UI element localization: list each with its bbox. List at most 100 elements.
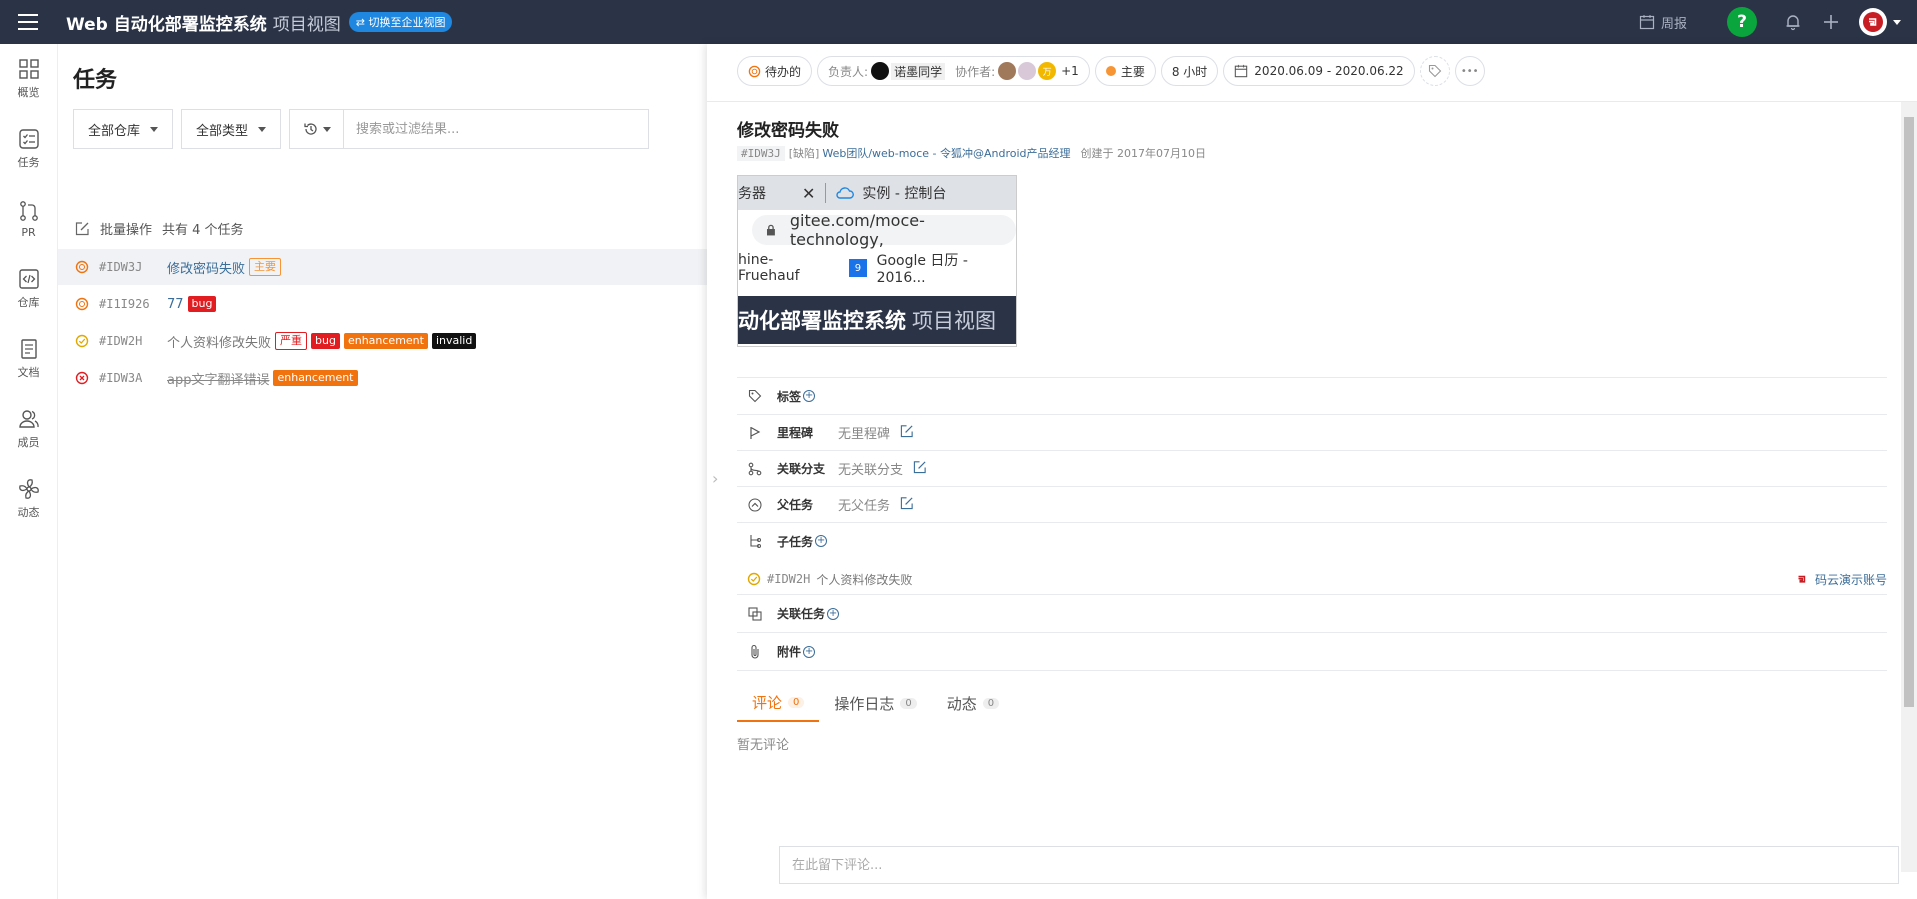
status-selector[interactable]: 待办的 xyxy=(737,56,813,86)
detail-scrollbar[interactable] xyxy=(1901,102,1917,872)
task-title[interactable]: 个人资料修改失败 xyxy=(167,332,271,351)
search-input[interactable] xyxy=(344,110,649,148)
date-range-selector[interactable]: 2020.06.09 - 2020.06.22 xyxy=(1223,56,1415,86)
scrollbar-thumb[interactable] xyxy=(1904,117,1914,707)
screenshot-banner: 动化部署监控系统 项目视图 xyxy=(738,296,1016,344)
field-label: 里程碑 xyxy=(777,426,814,440)
tab-activity[interactable]: 动态 0 xyxy=(932,684,1014,722)
tab-label: 动态 xyxy=(946,694,977,713)
subtask-assignee[interactable]: 码云演示账号 xyxy=(1795,571,1887,588)
duration-selector[interactable]: 8 小时 xyxy=(1160,56,1219,86)
task-title[interactable]: 修改密码失败 xyxy=(167,258,245,277)
notification-bell-icon[interactable] xyxy=(1783,12,1803,32)
priority-selector[interactable]: 主要 xyxy=(1094,56,1156,86)
nav-overview[interactable]: 概览 xyxy=(0,44,57,114)
comment-input[interactable] xyxy=(779,846,1899,884)
repo-link[interactable]: Web团队/web-moce - 令狐冲@Android产品经理 xyxy=(822,145,1070,161)
search-box xyxy=(289,109,650,149)
task-meta-bar: 待办的 负责人: 诺墨同学 协作者: 万 +1 主要 8 小时 2020.06.… xyxy=(737,56,1490,86)
task-tag: bug xyxy=(311,333,340,349)
attachment-field: 附件 + xyxy=(737,633,1887,671)
nav-repo[interactable]: 仓库 xyxy=(0,254,57,324)
task-tag: 严重 xyxy=(275,332,308,350)
task-row[interactable]: #IDW3J 修改密码失败 主要 xyxy=(58,249,708,285)
tag-button[interactable] xyxy=(1419,56,1450,86)
nav-tasks[interactable]: 任务 xyxy=(0,114,57,184)
top-bar: Web 自动化部署监控系统 项目视图 ⇄ 切换至企业视图 周报 ? xyxy=(0,0,1917,44)
nav-label: 概览 xyxy=(17,86,40,99)
task-tag: invalid xyxy=(431,333,477,349)
done-status-icon xyxy=(75,334,89,348)
user-avatar[interactable] xyxy=(1859,8,1887,36)
task-title[interactable]: app文字翻译错误 xyxy=(167,369,269,388)
edit-parent-task-icon[interactable] xyxy=(900,496,914,514)
task-title[interactable]: 77 xyxy=(167,297,184,312)
user-menu-caret-icon[interactable] xyxy=(1893,19,1901,25)
weekly-report-link[interactable]: 周报 xyxy=(1639,13,1687,32)
task-row[interactable]: #IDW2H 个人资料修改失败 严重 bug enhancement inval… xyxy=(58,323,708,359)
screenshot-tabbar: 务器 ✕ 实例 - 控制台 xyxy=(738,176,1016,210)
collaborator-more: +1 xyxy=(1061,64,1079,78)
add-plus-icon[interactable] xyxy=(1821,12,1841,32)
nav-members[interactable]: 成员 xyxy=(0,394,57,464)
subtask-title[interactable]: 个人资料修改失败 xyxy=(816,571,912,588)
type-filter-dropdown[interactable]: 全部类型 xyxy=(181,109,282,149)
edit-icon xyxy=(75,222,89,236)
tab-count: 0 xyxy=(900,697,917,709)
assignee-avatar xyxy=(871,62,890,80)
task-tag: bug xyxy=(187,296,217,312)
todo-status-icon xyxy=(75,260,89,274)
side-navigation: 概览 任务 PR 仓库 文档 成员 动态 xyxy=(0,44,58,899)
add-tag-icon[interactable]: + xyxy=(803,390,816,402)
no-comment-text: 暂无评论 xyxy=(737,738,790,753)
hamburger-menu-icon[interactable] xyxy=(0,0,56,44)
tab-operation-log[interactable]: 操作日志 0 xyxy=(819,684,931,722)
app-title[interactable]: Web 自动化部署监控系统 xyxy=(66,10,267,35)
task-list-panel: 任务 全部仓库 全部类型 批量操作 共有 4 个任务 #IDW3J 修改密码失败… xyxy=(58,44,708,899)
branch-icon xyxy=(745,462,765,476)
collaborator-avatar: 万 xyxy=(1038,62,1057,80)
google-calendar-icon: 9 xyxy=(849,259,867,277)
batch-operation-button[interactable]: 批量操作 xyxy=(100,219,152,238)
edit-milestone-icon[interactable] xyxy=(900,424,914,442)
tab-comments[interactable]: 评论 0 xyxy=(737,684,820,722)
subtask-item[interactable]: #IDW2H 个人资料修改失败 码云演示账号 xyxy=(737,564,1887,594)
task-row[interactable]: #IDW3A app文字翻译错误 enhancement xyxy=(58,360,708,396)
screenshot-banner-sub: 项目视图 xyxy=(912,309,996,333)
task-row[interactable]: #I1I926 77 bug xyxy=(58,286,708,322)
edit-branch-icon[interactable] xyxy=(913,460,927,478)
tag-icon xyxy=(745,389,765,403)
task-ident: #I1I926 xyxy=(99,297,150,311)
attached-screenshot[interactable]: 务器 ✕ 实例 - 控制台 gitee.com/moce-technology,… xyxy=(737,175,1017,347)
cloud-icon xyxy=(836,187,855,199)
add-attachment-icon[interactable]: + xyxy=(803,645,816,658)
chevron-down-icon xyxy=(322,126,331,132)
add-subtask-icon[interactable]: + xyxy=(815,535,828,547)
more-options-button[interactable]: ••• xyxy=(1454,56,1485,86)
screenshot-tab: 实例 - 控制台 xyxy=(862,186,947,202)
collapse-chevron-icon[interactable]: › xyxy=(712,469,718,488)
repo-filter-dropdown[interactable]: 全部仓库 xyxy=(73,109,174,149)
code-repo-icon xyxy=(18,269,39,289)
members-icon xyxy=(18,410,39,428)
history-filter-button[interactable] xyxy=(290,110,345,148)
help-button[interactable]: ? xyxy=(1727,7,1757,37)
status-label: 待办的 xyxy=(765,64,802,79)
priority-label: 主要 xyxy=(1120,64,1145,79)
switch-view-button[interactable]: ⇄ 切换至企业视图 xyxy=(348,12,453,32)
assignee-label: 负责人: xyxy=(828,64,869,79)
rejected-status-icon xyxy=(75,371,89,385)
nav-activity[interactable]: 动态 xyxy=(0,464,57,534)
branch-value: 无关联分支 xyxy=(838,463,904,478)
issue-title[interactable]: 修改密码失败 xyxy=(737,116,839,141)
people-selector[interactable]: 负责人: 诺墨同学 协作者: 万 +1 xyxy=(817,56,1090,86)
activity-tabs: 评论 0 操作日志 0 动态 0 xyxy=(737,684,1014,722)
nav-pr[interactable]: PR xyxy=(0,184,57,254)
branch-field: 关联分支 无关联分支 xyxy=(737,451,1887,487)
created-date: 创建于 2017年07月10日 xyxy=(1080,147,1207,160)
parent-task-icon xyxy=(745,497,765,512)
task-ident: #IDW2H xyxy=(99,334,143,348)
tab-count: 0 xyxy=(788,696,805,708)
add-related-task-icon[interactable]: + xyxy=(827,607,840,620)
nav-docs[interactable]: 文档 xyxy=(0,324,57,394)
